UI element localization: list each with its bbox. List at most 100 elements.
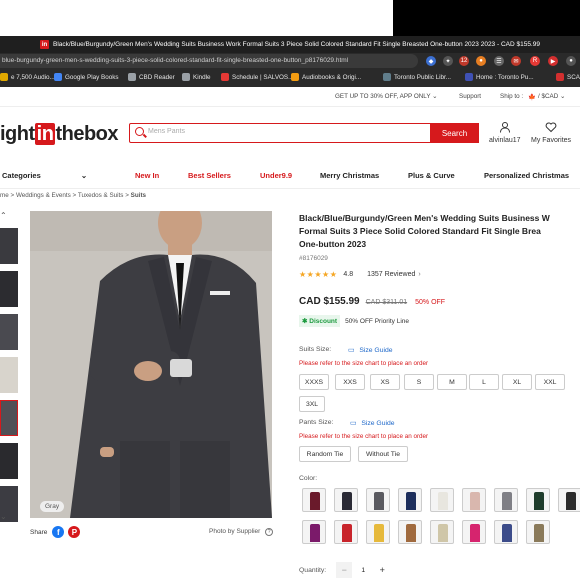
mail-extension-icon[interactable]: ✉ [511,56,521,66]
size-option-xxs[interactable]: XXS [335,374,365,390]
nav-new-in[interactable]: New In [135,171,159,180]
bookmark-item[interactable]: Kindle [182,73,211,81]
size-option-3xl[interactable]: 3XL [299,396,325,412]
promo-bar: GET UP TO 30% OFF, APP ONLY ⌄ Support Sh… [0,87,580,107]
color-swatch[interactable] [302,520,326,544]
quantity-value[interactable]: 1 [352,567,374,574]
categories-menu[interactable]: Categories ⌄ [2,171,87,180]
size-option-xxxs[interactable]: XXXS [299,374,329,390]
color-swatch[interactable] [526,488,550,512]
bookmark-label: SCAC-En [567,73,580,81]
bookmark-item[interactable]: Schedule | SALVOS... [221,73,293,81]
tie-option-random[interactable]: Random Tie [299,446,351,462]
url-field[interactable]: blue-burgundy-green-men-s-wedding-suits-… [0,54,418,68]
window-title: Black/Blue/Burgundy/Green Men's Wedding … [53,41,540,48]
quantity-increment-button[interactable]: + [374,562,391,578]
size-option-xl[interactable]: XL [502,374,532,390]
search-button[interactable]: Search [430,123,479,143]
bookmark-item[interactable]: Audiobooks & Origi... [291,73,361,81]
crumb-tuxedos[interactable]: Tuxedos & Suits [78,192,124,199]
facebook-icon[interactable]: f [52,526,65,538]
site-header: ight in thebox Mens Pants Search alvinlau1… [0,107,580,159]
color-swatch[interactable] [430,488,454,512]
size-option-s[interactable]: S [404,374,434,390]
search-input[interactable]: Mens Pants [129,123,479,143]
thumbnail[interactable] [0,314,18,350]
nav-merry-christmas[interactable]: Merry Christmas [320,171,379,180]
size-option-m[interactable]: M [437,374,467,390]
color-swatch[interactable] [366,520,390,544]
favorites-link[interactable]: My Favorites [531,121,571,144]
tie-option-without[interactable]: Without Tie [358,446,408,462]
thumbnail[interactable] [0,228,18,264]
color-swatch[interactable] [398,488,422,512]
honey-extension-icon[interactable]: ● [476,56,486,66]
color-swatch[interactable] [430,520,454,544]
bookmark-item[interactable]: Home : Toronto Pu... [465,73,534,81]
color-badge: Gray [40,501,65,512]
photo-by-supplier: Photo by Supplier ? [209,528,274,536]
site-favicon-icon: in [40,40,50,49]
reader-extension-icon[interactable]: ☰ [494,56,504,66]
bookmark-label: Schedule | SALVOS... [232,73,294,81]
help-icon[interactable]: ? [265,528,274,536]
discount-percent: 50% OFF [415,299,446,306]
color-swatch[interactable] [462,488,486,512]
rakuten-extension-icon[interactable]: R [530,56,540,66]
color-swatch[interactable] [494,520,518,544]
nav-personalized-christmas[interactable]: Personalized Christmas [484,171,569,180]
currency-select[interactable]: / $CAD ⌄ [538,93,565,100]
youtube-extension-icon[interactable]: ▶ [548,56,558,66]
thumbnail[interactable] [0,357,18,393]
thumbnail[interactable] [0,271,18,307]
color-swatch[interactable] [526,520,550,544]
account-link[interactable]: alvinlau17 [489,121,521,144]
chevron-down-icon[interactable]: ⌄ [0,512,7,521]
color-swatch[interactable] [334,488,358,512]
star-rating-icon: ★★★★★ [299,270,338,279]
bookmark-item[interactable]: SCAC-En [556,73,580,81]
app-offer-link[interactable]: GET UP TO 30% OFF, APP ONLY ⌄ [335,93,437,100]
bookmark-item[interactable]: CBD Reader [128,73,175,81]
color-swatch[interactable] [558,488,580,512]
crumb-weddings[interactable]: Weddings & Events [16,192,71,199]
size-option-xs[interactable]: XS [370,374,400,390]
thumbnail-selected[interactable] [0,400,18,436]
puzzle-extension-icon[interactable]: ✦ [443,56,453,66]
canada-flag-icon: 🍁 [528,94,536,101]
color-swatch[interactable] [366,488,390,512]
pinterest-icon[interactable]: P [68,526,81,538]
badge-extension-icon[interactable]: 12 [459,56,469,66]
bookmark-item[interactable]: Toronto Public Libr... [383,73,451,81]
size-guide-link[interactable]: ▭ Size Guide [348,346,393,354]
chevron-right-icon: › [418,271,421,278]
size-option-l[interactable]: L [469,374,499,390]
thumbnail[interactable] [0,443,18,479]
quantity-decrement-button[interactable]: − [336,562,353,578]
color-swatch[interactable] [398,520,422,544]
ship-to-label[interactable]: Ship to : [500,93,523,100]
bookmark-favicon-icon [0,73,8,81]
color-swatch[interactable] [302,488,326,512]
color-swatch[interactable] [334,520,358,544]
shield-extension-icon[interactable]: ◆ [426,56,436,66]
bookmark-item[interactable]: e 7,500 Audio... [0,73,55,81]
nav-under-9-9[interactable]: Under9.9 [260,171,292,180]
pants-size-guide-link[interactable]: ▭ Size Guide [350,419,395,427]
product-image[interactable]: Gray [30,211,272,518]
color-swatch[interactable] [462,520,486,544]
bookmark-item[interactable]: Google Play Books [54,73,119,81]
nav-plus-curve[interactable]: Plus & Curve [408,171,455,180]
site-logo[interactable]: ight in thebox [0,123,118,146]
color-label: Color: [299,475,318,482]
user-icon [499,122,510,133]
product-title: Black/Blue/Burgundy/Green Men's Wedding … [299,213,550,249]
size-option-xxl[interactable]: XXL [535,374,565,390]
support-link[interactable]: Support [459,93,481,100]
color-swatch[interactable] [494,488,518,512]
nav-best-sellers[interactable]: Best Sellers [188,171,231,180]
chevron-up-icon[interactable]: ⌃ [0,211,7,220]
crumb-home[interactable]: me [0,192,9,199]
reviews-link[interactable]: 1357 Reviewed [367,271,415,278]
profile-extension-icon[interactable]: ● [566,56,576,66]
